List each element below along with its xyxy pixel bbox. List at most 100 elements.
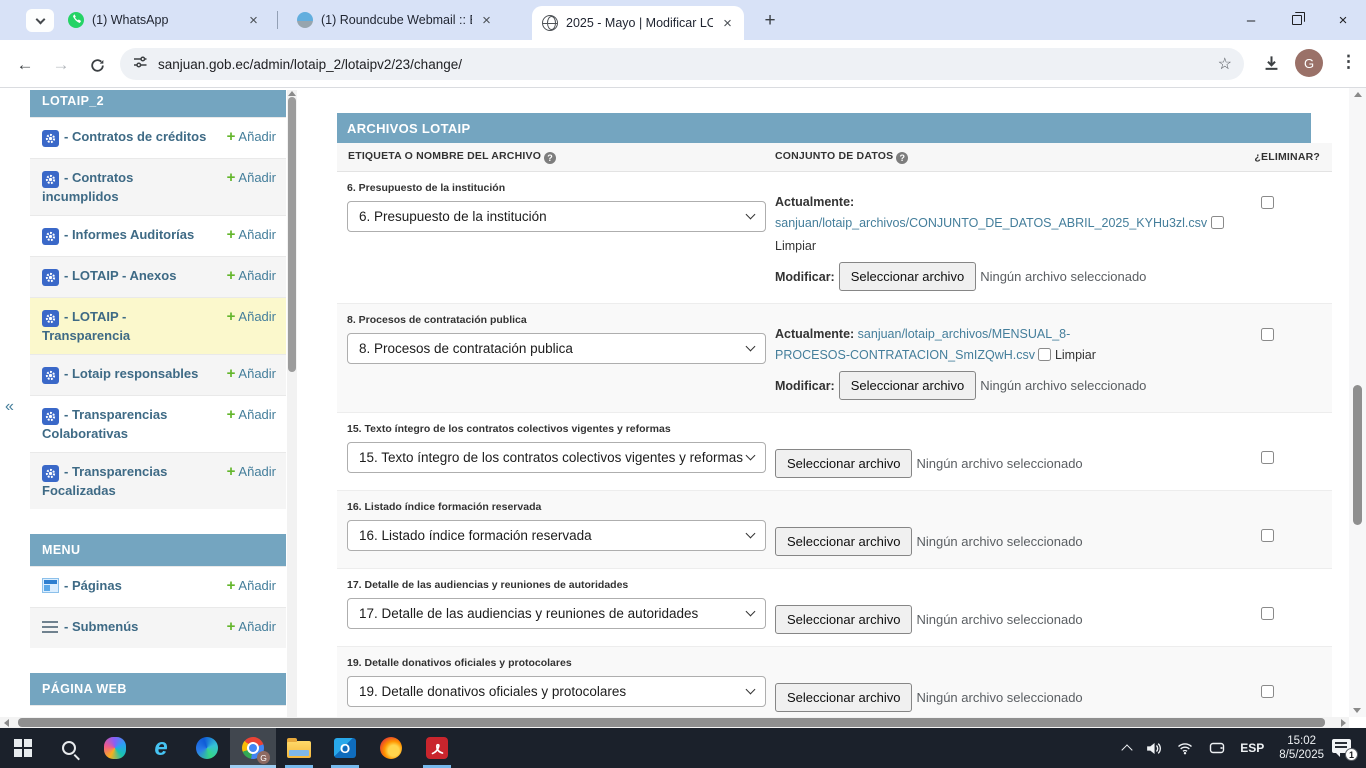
delete-checkbox[interactable] <box>1261 451 1274 464</box>
add-link[interactable]: +Añadir <box>227 463 276 480</box>
sidebar-item-paginas[interactable]: - Páginas +Añadir <box>30 566 286 607</box>
add-link[interactable]: +Añadir <box>227 406 276 423</box>
sidebar-collapse-button[interactable]: « <box>5 398 14 416</box>
sidebar-item-label[interactable]: - Contratos de créditos <box>64 129 206 144</box>
choose-file-button[interactable]: Seleccionar archivo <box>775 605 912 634</box>
tab-lotaip-active[interactable]: 2025 - Mayo | Modificar LOTAIP × <box>532 6 744 40</box>
taskbar-copilot-button[interactable] <box>92 728 138 768</box>
taskbar-edge-button[interactable] <box>184 728 230 768</box>
sidebar-item-label[interactable]: - Informes Auditorías <box>64 227 194 242</box>
taskbar-explorer-button[interactable] <box>276 728 322 768</box>
sidebar-item-lotaip-responsables[interactable]: - Lotaip responsables +Añadir <box>30 354 286 395</box>
notification-center-button[interactable]: 1 <box>1332 738 1356 758</box>
add-link[interactable]: +Añadir <box>227 226 276 243</box>
close-icon[interactable]: × <box>478 12 495 29</box>
url-bar[interactable]: sanjuan.gob.ec/admin/lotaip_2/lotaipv2/2… <box>120 48 1244 80</box>
volume-button[interactable] <box>1138 740 1169 757</box>
file-name-select[interactable]: 19. Detalle donativos oficiales y protoc… <box>347 676 766 707</box>
horizontal-scrollbar-thumb[interactable] <box>18 718 1325 727</box>
choose-file-button[interactable]: Seleccionar archivo <box>839 371 976 400</box>
current-file-link[interactable]: sanjuan/lotaip_archivos/CONJUNTO_DE_DATO… <box>775 216 1207 230</box>
sidebar-item-informes-auditorias[interactable]: - Informes Auditorías +Añadir <box>30 215 286 256</box>
choose-file-button[interactable]: Seleccionar archivo <box>775 527 912 556</box>
sidebar-item-lotaip-anexos[interactable]: - LOTAIP - Anexos +Añadir <box>30 256 286 297</box>
choose-file-button[interactable]: Seleccionar archivo <box>775 683 912 712</box>
scroll-down-icon[interactable] <box>1353 708 1361 713</box>
site-settings-icon[interactable] <box>132 54 148 75</box>
add-link[interactable]: +Añadir <box>227 267 276 284</box>
sidebar-item-transparencias-focalizadas[interactable]: - Transparencias Focalizadas +Añadir <box>30 452 286 509</box>
sidebar-item-label[interactable]: - Transparencias Colaborativas <box>42 407 167 441</box>
file-name-select[interactable]: 15. Texto íntegro de los contratos colec… <box>347 442 766 473</box>
page-horizontal-scrollbar[interactable] <box>0 717 1349 728</box>
reload-button[interactable] <box>84 52 110 78</box>
taskbar-search-button[interactable] <box>46 728 92 768</box>
choose-file-button[interactable]: Seleccionar archivo <box>839 262 976 291</box>
add-link[interactable]: +Añadir <box>227 365 276 382</box>
taskbar-firefox-button[interactable] <box>368 728 414 768</box>
file-name-select[interactable]: 8. Procesos de contratación publica <box>347 333 766 364</box>
url-text[interactable]: sanjuan.gob.ec/admin/lotaip_2/lotaipv2/2… <box>158 57 1210 72</box>
tab-roundcube[interactable]: (1) Roundcube Webmail :: Entra × <box>287 0 503 40</box>
help-icon[interactable]: ? <box>544 152 556 164</box>
add-link[interactable]: +Añadir <box>227 169 276 186</box>
scroll-up-icon[interactable] <box>288 91 296 96</box>
file-name-select[interactable]: 16. Listado índice formación reservada <box>347 520 766 551</box>
tab-search-button[interactable] <box>26 9 54 32</box>
tab-whatsapp[interactable]: (1) WhatsApp × <box>58 0 270 40</box>
taskbar-ie-button[interactable]: e <box>138 728 184 768</box>
sidebar-item-label[interactable]: - LOTAIP - Anexos <box>64 268 176 283</box>
taskbar-chrome-button[interactable]: G <box>230 728 276 768</box>
vertical-scrollbar-thumb[interactable] <box>1353 385 1362 525</box>
delete-checkbox[interactable] <box>1261 529 1274 542</box>
minimize-button[interactable]: – <box>1228 0 1274 40</box>
clear-checkbox[interactable] <box>1211 216 1224 229</box>
sidebar-item-contratos-creditos[interactable]: - Contratos de créditos +Añadir <box>30 117 286 158</box>
close-icon[interactable]: × <box>719 15 736 32</box>
scroll-left-icon[interactable] <box>4 719 9 727</box>
meet-now-button[interactable] <box>1201 740 1233 756</box>
menu-dots-icon[interactable]: ⋮ <box>1340 52 1357 72</box>
back-button[interactable]: ← <box>12 52 38 78</box>
file-name-select[interactable]: 6. Presupuesto de la institución <box>347 201 766 232</box>
sidebar-item-submenus[interactable]: - Submenús +Añadir <box>30 607 286 648</box>
close-icon[interactable]: × <box>245 12 262 29</box>
bookmark-star-icon[interactable]: ☆ <box>1218 54 1232 74</box>
sidebar-item-label[interactable]: - Submenús <box>64 619 138 634</box>
network-button[interactable] <box>1169 740 1201 756</box>
scroll-right-icon[interactable] <box>1341 719 1346 727</box>
forward-button[interactable]: → <box>48 52 74 78</box>
start-button[interactable] <box>0 728 46 768</box>
delete-checkbox[interactable] <box>1261 328 1274 341</box>
file-name-select[interactable]: 17. Detalle de las audiencias y reunione… <box>347 598 766 629</box>
sidebar-item-transparencias-colaborativas[interactable]: - Transparencias Colaborativas +Añadir <box>30 395 286 452</box>
taskbar-acrobat-button[interactable] <box>414 728 460 768</box>
sidebar-item-lotaip-transparencia[interactable]: - LOTAIP - Transparencia +Añadir <box>30 297 286 354</box>
maximize-button[interactable] <box>1274 0 1320 40</box>
taskbar-outlook-button[interactable]: O <box>322 728 368 768</box>
tray-expand-button[interactable] <box>1116 742 1138 754</box>
delete-checkbox[interactable] <box>1261 196 1274 209</box>
page-vertical-scrollbar[interactable] <box>1349 88 1366 717</box>
profile-avatar[interactable]: G <box>1295 49 1323 77</box>
download-icon[interactable] <box>1262 54 1281 78</box>
add-link[interactable]: +Añadir <box>227 618 276 635</box>
sidebar-item-label[interactable]: - Transparencias Focalizadas <box>42 464 167 498</box>
sidebar-scrollbar-thumb[interactable] <box>288 97 296 372</box>
sidebar-item-label[interactable]: - Lotaip responsables <box>64 366 198 381</box>
sidebar-item-label[interactable]: - Páginas <box>64 578 122 593</box>
add-link[interactable]: +Añadir <box>227 577 276 594</box>
clear-checkbox[interactable] <box>1038 348 1051 361</box>
scroll-up-icon[interactable] <box>1354 92 1362 97</box>
help-icon[interactable]: ? <box>896 152 908 164</box>
language-indicator[interactable]: ESP <box>1233 741 1271 755</box>
add-link[interactable]: +Añadir <box>227 128 276 145</box>
delete-checkbox[interactable] <box>1261 607 1274 620</box>
delete-checkbox[interactable] <box>1261 685 1274 698</box>
add-link[interactable]: +Añadir <box>227 308 276 325</box>
close-window-button[interactable]: × <box>1320 0 1366 40</box>
choose-file-button[interactable]: Seleccionar archivo <box>775 449 912 478</box>
sidebar-item-contratos-incumplidos[interactable]: - Contratos incumplidos +Añadir <box>30 158 286 215</box>
new-tab-button[interactable]: + <box>758 9 782 33</box>
sidebar-scrollbar[interactable] <box>287 90 297 718</box>
